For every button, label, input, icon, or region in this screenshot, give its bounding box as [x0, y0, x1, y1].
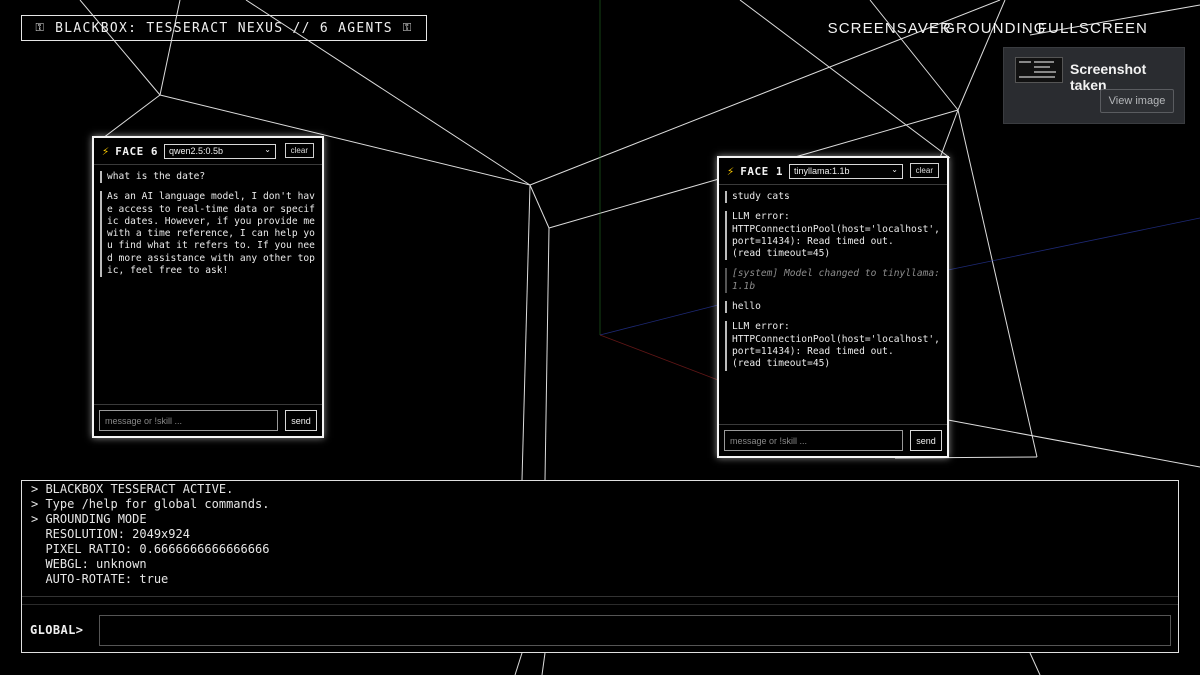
chevron-down-icon: ⌄	[264, 144, 271, 154]
key-icon: ⚿	[35, 21, 46, 34]
console-line: RESOLUTION: 2049x924	[31, 527, 190, 541]
console-divider	[22, 596, 1178, 597]
panel-header: ⚡ FACE 1 tinyllama:1.1b ⌄ clear	[719, 158, 947, 185]
panel-footer: message or !skill ... send	[94, 404, 322, 436]
fullscreen-link[interactable]: FULLSCREEN	[1038, 20, 1148, 37]
message-list: what is the date? As an AI language mode…	[94, 165, 322, 278]
bolt-icon: ⚡	[102, 144, 110, 158]
panel-footer: message or !skill ... send	[719, 424, 947, 456]
global-command-input[interactable]	[99, 615, 1171, 646]
model-select[interactable]: tinyllama:1.1b ⌄	[788, 163, 903, 179]
console-line: > GROUNDING MODE	[31, 512, 147, 526]
screenshot-toast[interactable]: Screenshot taken View image	[1003, 47, 1185, 124]
console-line: AUTO-ROTATE: true	[31, 572, 169, 586]
grounding-link[interactable]: GROUNDING	[943, 20, 1046, 37]
chevron-down-icon: ⌄	[891, 164, 898, 174]
screenshot-thumbnail[interactable]	[1015, 57, 1063, 83]
global-console: > BLACKBOX TESSERACT ACTIVE. > Type /hel…	[21, 480, 1179, 653]
console-line: PIXEL RATIO: 0.6666666666666666	[31, 542, 270, 556]
console-divider	[22, 604, 1178, 605]
error-message: LLM error: HTTPConnectionPool(host='loca…	[725, 211, 941, 261]
error-message: LLM error: HTTPConnectionPool(host='loca…	[725, 321, 941, 371]
view-image-button[interactable]: View image	[1100, 89, 1174, 113]
console-line: WEBGL: unknown	[31, 557, 147, 571]
model-select-value: tinyllama:1.1b	[793, 166, 850, 176]
panel-header: ⚡ FACE 6 qwen2.5:0.5b ⌄ clear	[94, 138, 322, 165]
system-message: [system] Model changed to tinyllama:1.1b	[725, 268, 941, 294]
bolt-icon: ⚡	[727, 164, 735, 178]
screensaver-link[interactable]: SCREENSAVER	[828, 20, 952, 37]
clear-button[interactable]: clear	[284, 143, 314, 158]
agent-panel-face-1: ⚡ FACE 1 tinyllama:1.1b ⌄ clear study ca…	[717, 156, 949, 458]
model-select-value: qwen2.5:0.5b	[168, 146, 224, 156]
key-icon: ⚿	[402, 21, 413, 34]
clear-button[interactable]: clear	[909, 163, 939, 178]
console-line: > BLACKBOX TESSERACT ACTIVE.	[31, 482, 234, 496]
user-message: what is the date?	[100, 171, 316, 184]
agent-panel-face-6: ⚡ FACE 6 qwen2.5:0.5b ⌄ clear what is th…	[92, 136, 324, 438]
global-prompt-label: GLOBAL>	[30, 623, 84, 637]
message-input[interactable]: message or !skill ...	[99, 410, 278, 431]
console-line: > Type /help for global commands.	[31, 497, 270, 511]
app-title: BLACKBOX: TESSERACT NEXUS // 6 AGENTS	[55, 20, 393, 36]
send-button[interactable]: send	[285, 410, 317, 431]
message-input[interactable]: message or !skill ...	[724, 430, 903, 451]
console-log: > BLACKBOX TESSERACT ACTIVE. > Type /hel…	[31, 482, 269, 587]
assistant-message: As an AI language model, I don't have ac…	[100, 191, 316, 278]
message-list: study cats LLM error: HTTPConnectionPool…	[719, 185, 947, 371]
user-message: hello	[725, 301, 941, 314]
model-select[interactable]: qwen2.5:0.5b ⌄	[163, 143, 276, 159]
top-nav: SCREENSAVER GROUNDING FULLSCREEN	[828, 20, 1176, 37]
agent-name: FACE 1	[740, 164, 783, 178]
agent-name: FACE 6	[115, 144, 158, 158]
user-message: study cats	[725, 191, 941, 204]
app-title-box: ⚿ BLACKBOX: TESSERACT NEXUS // 6 AGENTS …	[21, 15, 427, 41]
send-button[interactable]: send	[910, 430, 942, 451]
